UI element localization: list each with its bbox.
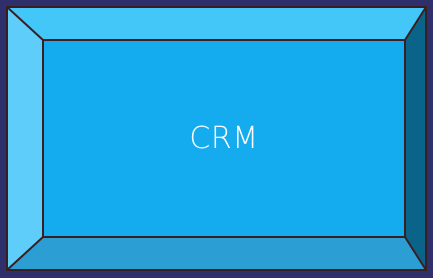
bevel-right [405,7,426,270]
bevel-left [7,7,43,270]
crm-bevel-button[interactable]: CRM [0,0,433,278]
bevel-top [7,7,426,40]
bevel-bottom [7,237,426,270]
button-label: CRM [189,121,259,156]
